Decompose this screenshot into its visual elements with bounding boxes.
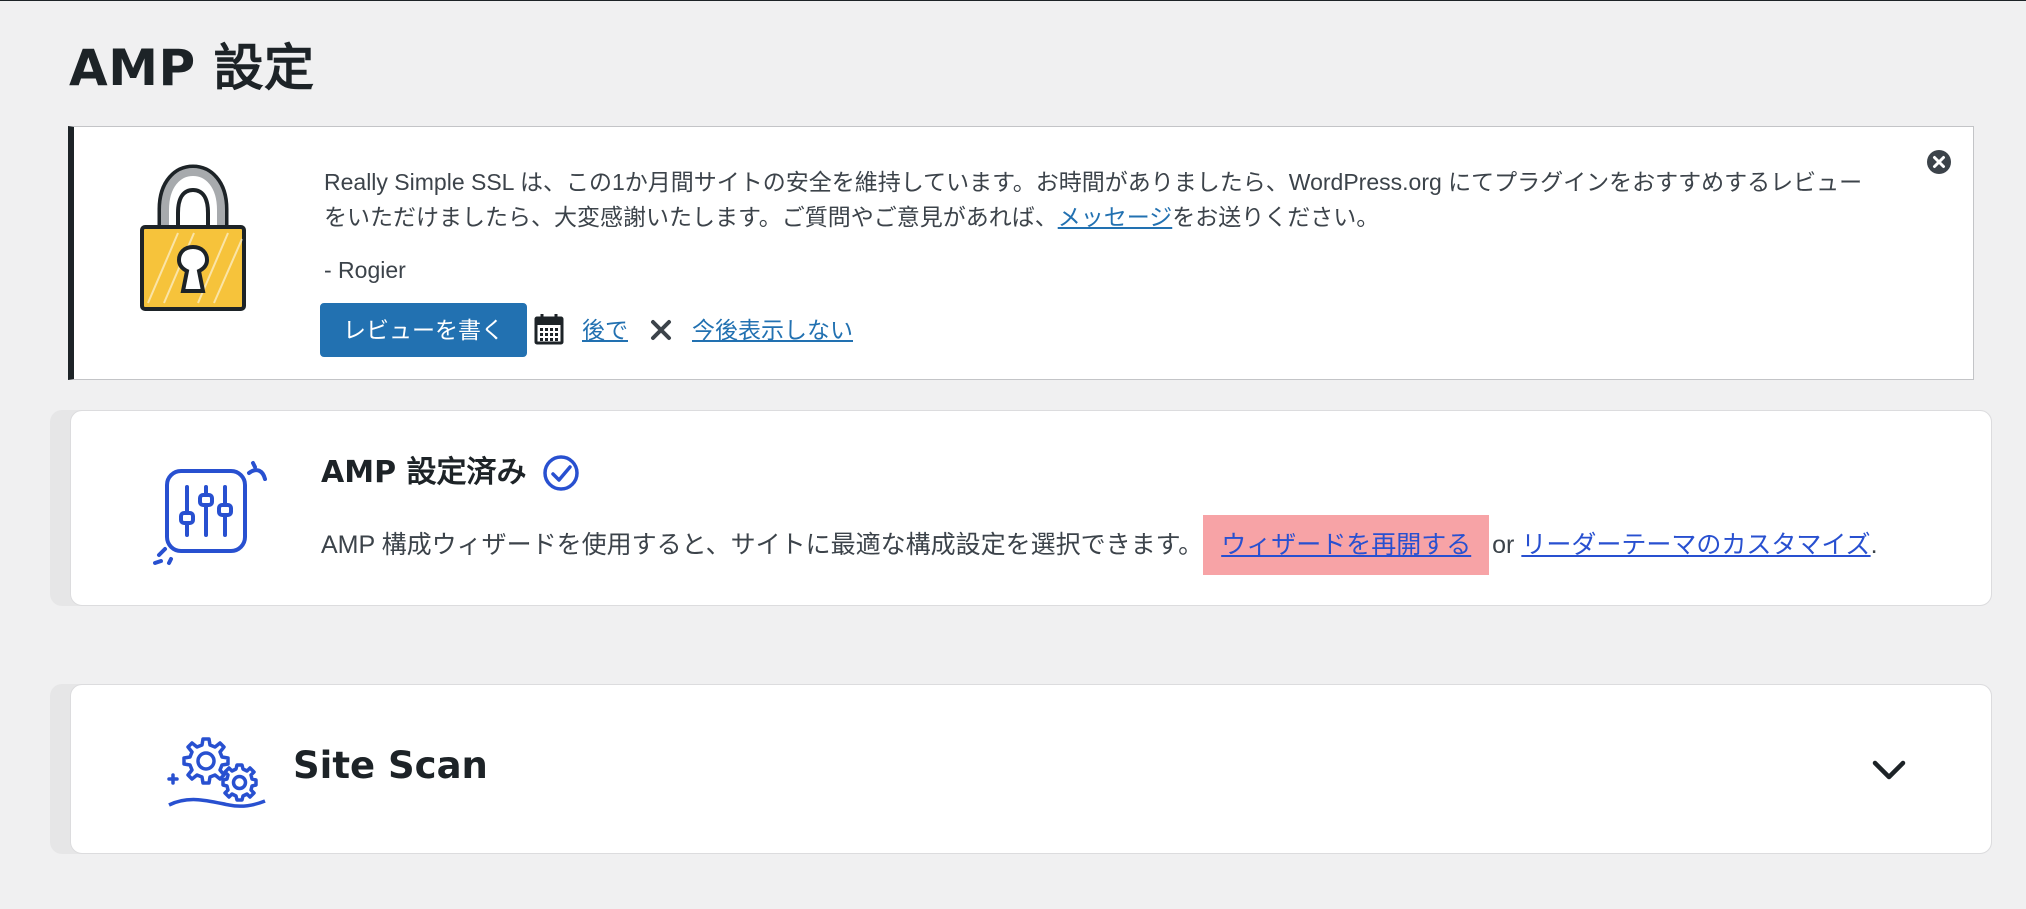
reopen-wizard-link[interactable]: ウィザードを再開する [1221, 531, 1471, 559]
amp-configured-card: AMP 設定済み AMP 構成ウィザードを使用すると、サイトに最適な構成設定を選… [70, 410, 1992, 606]
review-notice: Really Simple SSL は、この1か月間サイトの安全を維持しています… [68, 126, 1974, 380]
close-x-icon [651, 320, 671, 340]
sliders-icon [153, 461, 267, 565]
remind-later-link[interactable]: 後で [582, 313, 628, 347]
notice-signature: - Rogier [324, 257, 406, 283]
chevron-down-icon[interactable] [1869, 755, 1909, 785]
lock-icon [140, 164, 246, 311]
calendar-icon [534, 314, 564, 345]
amp-configured-title: AMP 設定済み [321, 455, 527, 490]
site-scan-card[interactable]: Site Scan [70, 684, 1992, 854]
dont-show-again-link[interactable]: 今後表示しない [692, 313, 853, 347]
site-scan-card-frame: Site Scan [50, 684, 1992, 854]
or-text: or [1492, 531, 1515, 559]
top-border [0, 0, 2026, 1]
amp-description: AMP 構成ウィザードを使用すると、サイトに最適な構成設定を選択できます。 ウィザ… [321, 515, 1878, 575]
customize-reader-theme-link[interactable]: リーダーテーマのカスタマイズ [1521, 531, 1870, 559]
gears-icon [167, 737, 266, 808]
check-circle-icon [543, 455, 579, 491]
amp-configured-card-frame: AMP 設定済み AMP 構成ウィザードを使用すると、サイトに最適な構成設定を選… [50, 410, 1992, 606]
write-review-button[interactable]: レビューを書く [320, 303, 527, 357]
amp-description-text: AMP 構成ウィザードを使用すると、サイトに最適な構成設定を選択できます。 [321, 531, 1204, 559]
page-title: AMP 設定 [69, 39, 315, 97]
site-scan-title: Site Scan [293, 744, 488, 787]
notice-message: Really Simple SSL は、この1か月間サイトの安全を維持しています… [324, 165, 1884, 235]
message-link[interactable]: メッセージ [1058, 204, 1173, 230]
period-text: . [1870, 531, 1878, 559]
reopen-wizard-highlight: ウィザードを再開する [1203, 515, 1490, 575]
dismiss-circle-icon[interactable] [1926, 149, 1952, 175]
notice-message-text-end: をお送りください。 [1172, 204, 1380, 230]
